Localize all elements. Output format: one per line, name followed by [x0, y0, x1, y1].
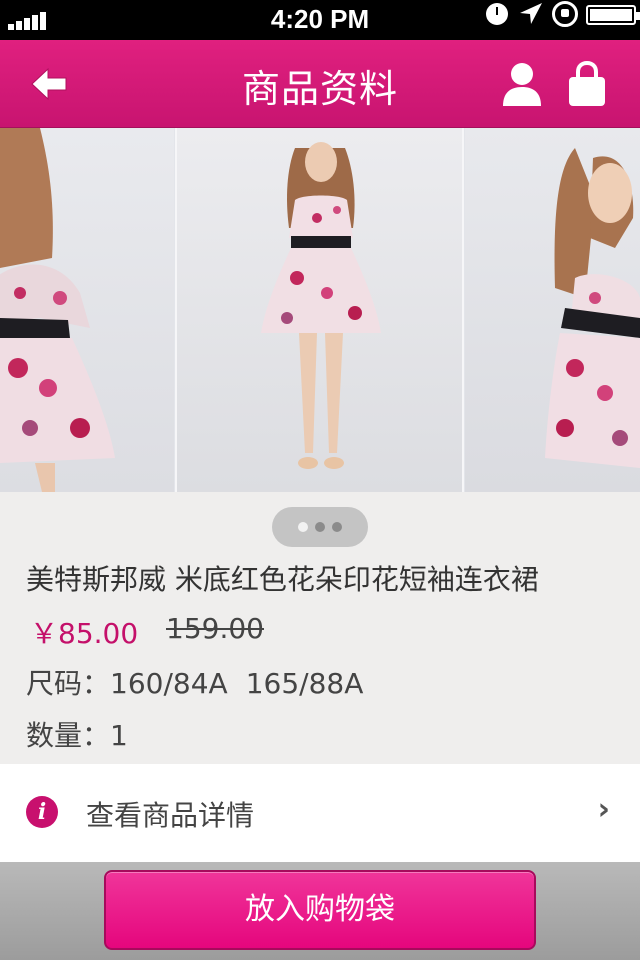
- clock-icon: [486, 3, 508, 25]
- bottom-action-bar: 放入购物袋: [0, 862, 640, 960]
- product-price: ￥85.00: [30, 617, 139, 650]
- page-title: 商品资料: [241, 67, 398, 111]
- pagination-dot[interactable]: [332, 522, 342, 532]
- product-photo-side: [465, 128, 640, 492]
- size-option: 165/88A: [245, 667, 364, 700]
- user-icon[interactable]: [500, 60, 544, 108]
- pagination-dot[interactable]: [298, 522, 308, 532]
- rotation-lock-icon: [552, 1, 578, 27]
- view-details-label: 查看商品详情: [86, 799, 255, 832]
- nav-bar: 商品资料: [0, 40, 640, 128]
- shopping-bag-icon[interactable]: [566, 60, 608, 108]
- product-photo-back: [0, 128, 174, 492]
- add-to-bag-button[interactable]: 放入购物袋: [104, 870, 536, 950]
- quantity-row: 数量：1: [26, 714, 128, 754]
- status-bar: 4:20 PM: [0, 0, 640, 40]
- original-price: 159.00: [166, 612, 264, 645]
- pagination-dot[interactable]: [315, 522, 325, 532]
- size-label: 尺码：: [26, 667, 111, 700]
- battery-icon: [586, 5, 640, 25]
- product-name: 美特斯邦威 米底红色花朵印花短袖连衣裙: [26, 563, 539, 596]
- gallery-pagination[interactable]: [272, 507, 368, 547]
- chevron-right-icon: ›: [597, 792, 610, 827]
- quantity-label: 数量：: [26, 719, 111, 752]
- product-photo-front: [175, 128, 464, 492]
- status-time: 4:20 PM: [270, 4, 370, 34]
- location-icon: [520, 3, 542, 24]
- size-option: 160/84A: [110, 667, 228, 700]
- info-icon: i: [26, 796, 58, 828]
- quantity-value: 1: [110, 719, 128, 752]
- size-row: 尺码：160/84A 165/88A: [26, 662, 381, 702]
- product-image-gallery[interactable]: [0, 128, 640, 492]
- view-details-row[interactable]: i 查看商品详情 ›: [0, 764, 640, 862]
